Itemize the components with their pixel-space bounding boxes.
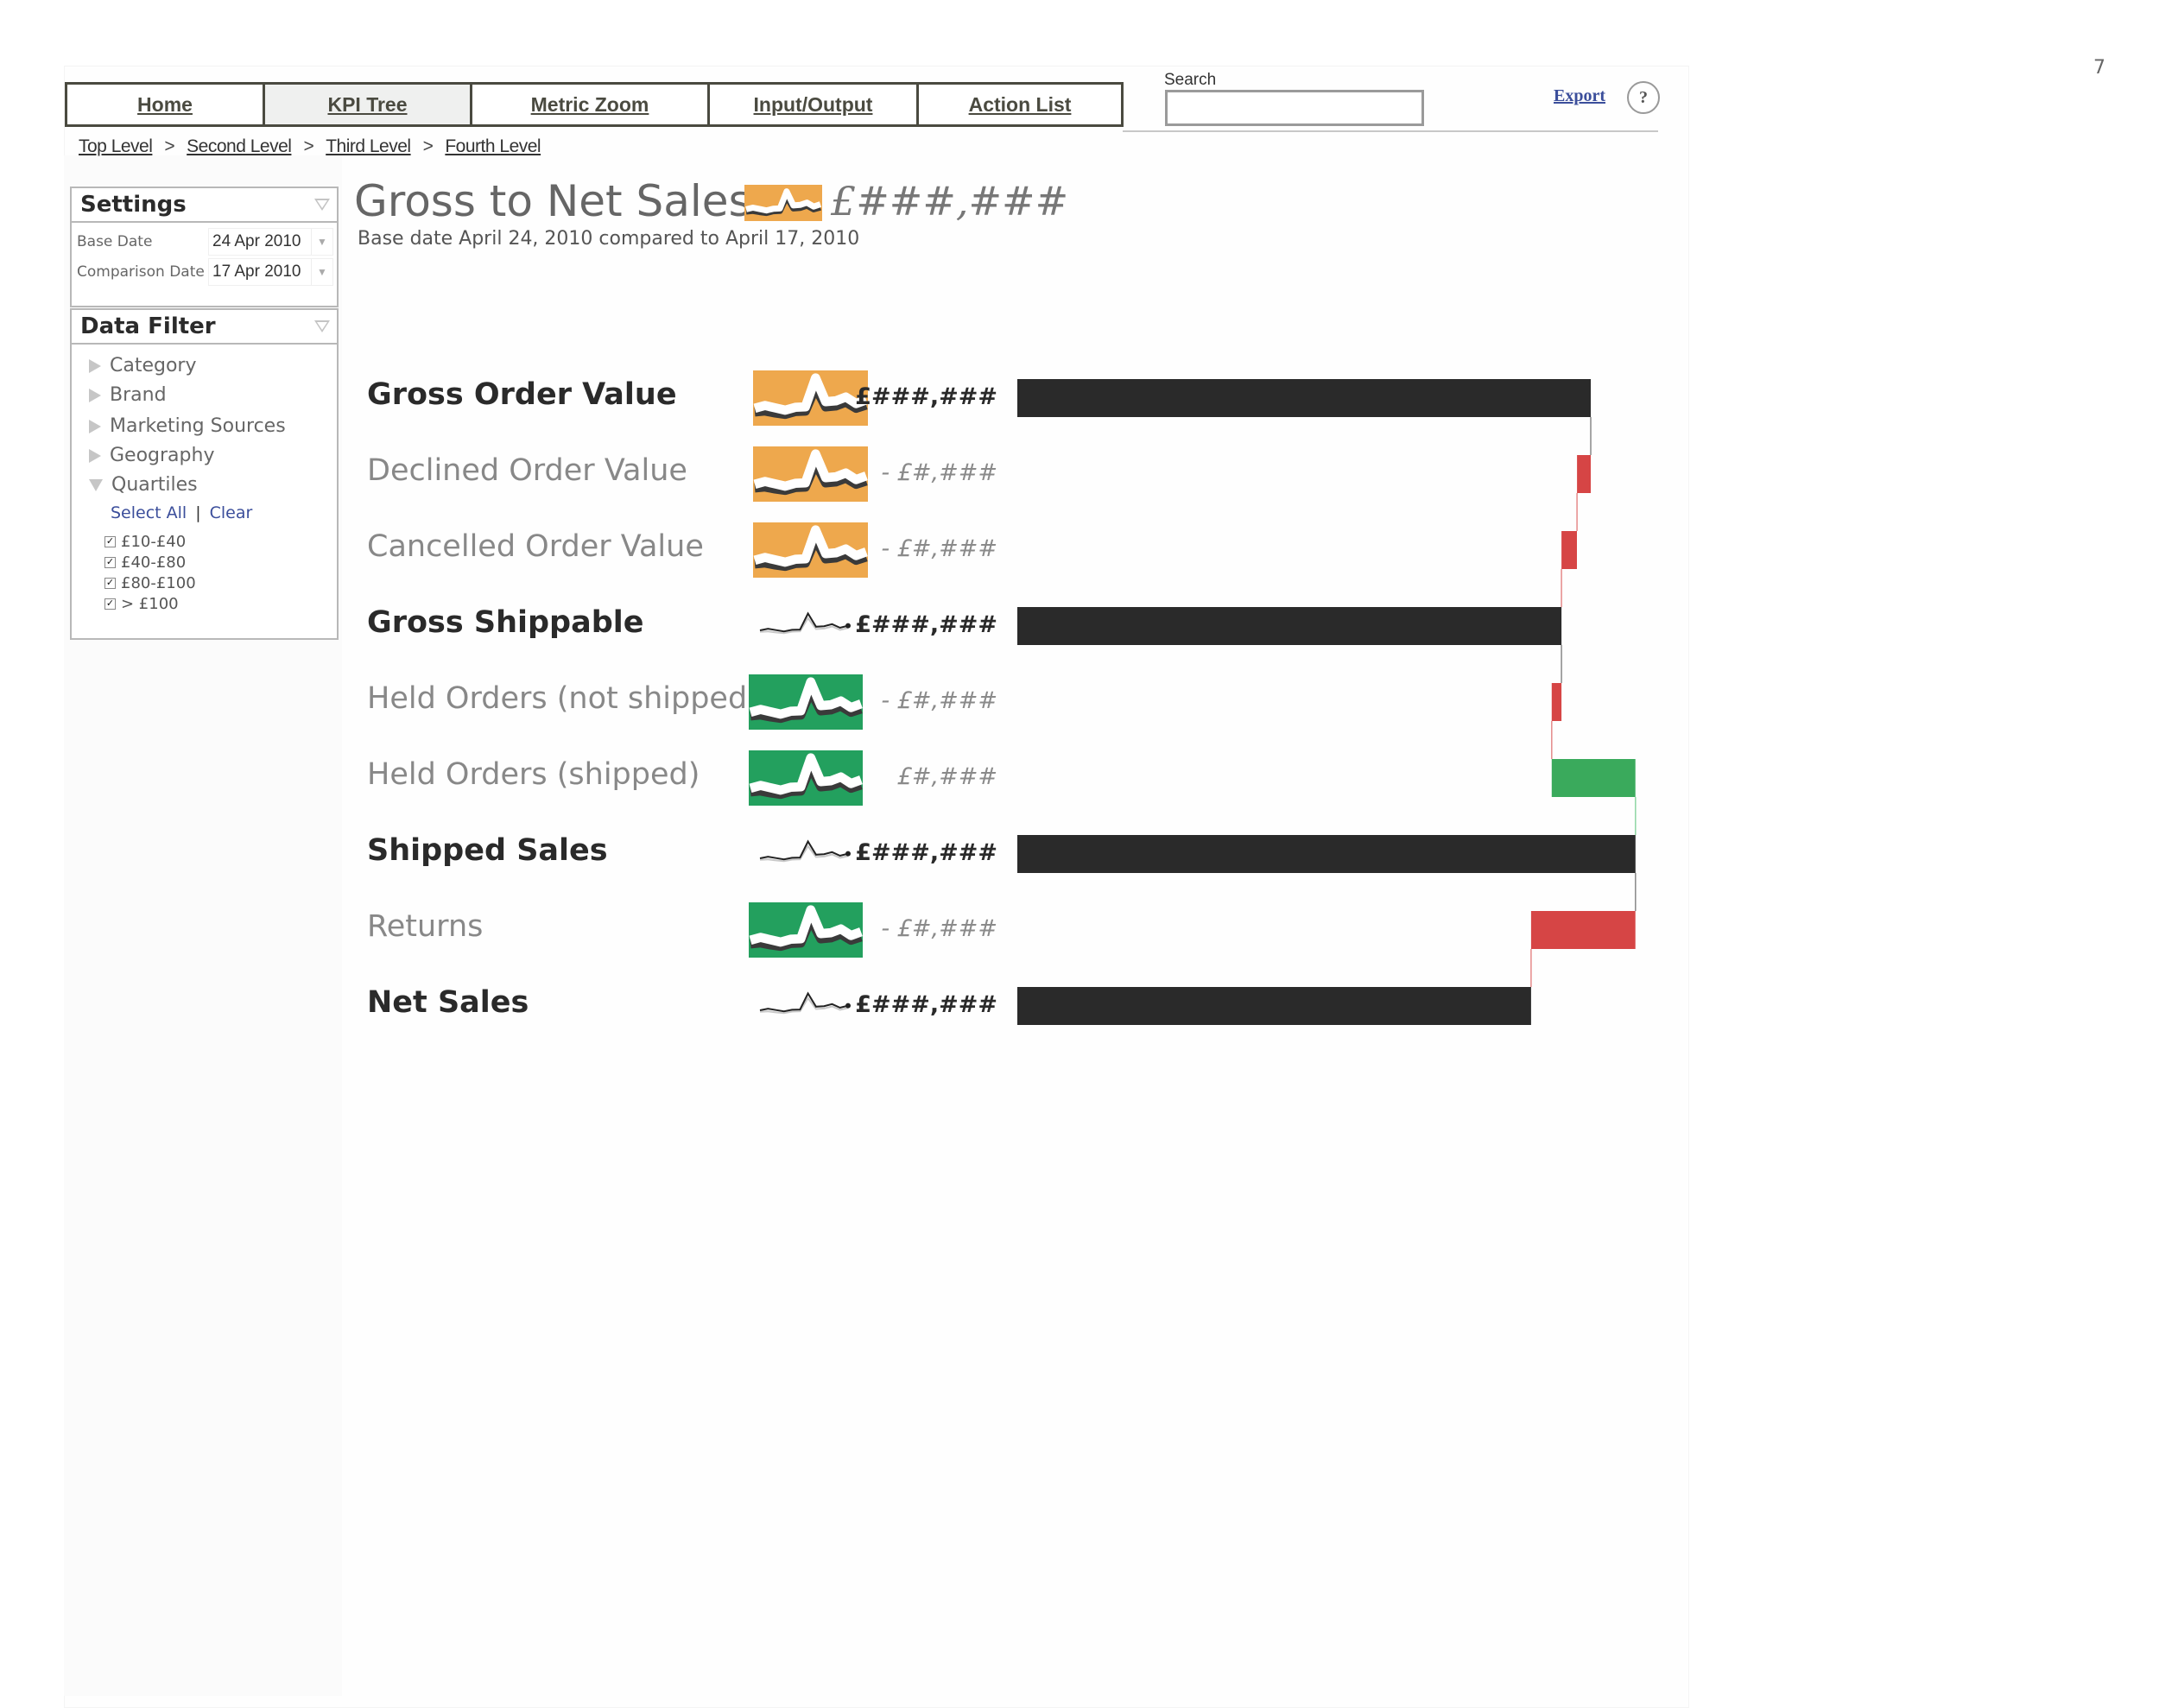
export-link[interactable]: Export [1554, 86, 1605, 106]
nav-tabs: Home KPI Tree Metric Zoom Input/Output A… [65, 82, 1124, 127]
row-value: - £#,### [881, 459, 997, 486]
row-value: £###,### [855, 383, 997, 410]
dropdown-arrow-icon: ▼ [311, 229, 332, 255]
quartile-option[interactable]: ✓ £80-£100 [104, 574, 196, 592]
search-input[interactable] [1165, 90, 1424, 126]
filter-geography[interactable]: Geography [89, 445, 214, 466]
breadcrumb-separator: > [422, 136, 434, 156]
quartile-label: £80-£100 [121, 574, 196, 592]
row-value: £###,### [855, 611, 997, 638]
search-label: Search [1164, 71, 1217, 89]
quartile-actions: Select All | Clear [111, 503, 252, 522]
data-filter-panel: Data Filter Category Brand Marketing Sou… [70, 308, 339, 640]
header-divider [1123, 130, 1658, 132]
title-sparkline [744, 185, 822, 221]
collapse-arrow-icon [89, 478, 103, 491]
settings-panel: Settings Base Date 24 Apr 2010 ▼ Compari… [70, 187, 339, 307]
filter-brand[interactable]: Brand [89, 384, 167, 406]
filter-label: Category [110, 355, 197, 376]
quartile-label: £40-£80 [121, 554, 187, 572]
checkbox-checked[interactable]: ✓ [104, 557, 116, 568]
row-value: - £#,### [881, 535, 997, 562]
title-value: £###,### [831, 178, 1069, 225]
page-title: Gross to Net Sales [354, 176, 751, 226]
breadcrumb-top-level[interactable]: Top Level [79, 136, 153, 157]
base-date-value: 24 Apr 2010 [212, 232, 301, 250]
row-value: - £#,### [881, 915, 997, 942]
help-button[interactable]: ? [1627, 81, 1660, 114]
quartile-option[interactable]: ✓ £40-£80 [104, 554, 186, 572]
quartile-label: > £100 [121, 595, 179, 613]
comparison-date-value: 17 Apr 2010 [212, 263, 301, 281]
checkbox-checked[interactable]: ✓ [104, 578, 116, 589]
collapse-caret-icon[interactable] [314, 199, 330, 211]
breadcrumb-third-level[interactable]: Third Level [326, 136, 411, 157]
data-filter-title: Data Filter [80, 313, 216, 339]
filter-label: Quartiles [111, 474, 198, 496]
quartile-label: £10-£40 [121, 533, 187, 551]
comparison-date-label: Comparison Date [77, 263, 205, 281]
tab-action-list[interactable]: Action List [919, 85, 1121, 124]
select-all-link[interactable]: Select All [111, 503, 187, 522]
row-label[interactable]: Gross Shippable [367, 605, 644, 640]
breadcrumb-second-level[interactable]: Second Level [187, 136, 292, 157]
breadcrumb: Top Level > Second Level > Third Level >… [79, 136, 541, 157]
row-label[interactable]: Held Orders (shipped) [367, 757, 700, 792]
clear-link[interactable]: Clear [210, 503, 253, 522]
expand-arrow-icon [89, 448, 101, 463]
expand-arrow-icon [89, 419, 101, 433]
expand-arrow-icon [89, 388, 101, 402]
tab-metric-zoom[interactable]: Metric Zoom [472, 85, 710, 124]
page-subtitle: Base date April 24, 2010 compared to Apr… [358, 228, 860, 250]
expand-arrow-icon [89, 358, 101, 373]
filter-category[interactable]: Category [89, 355, 197, 376]
row-label[interactable]: Held Orders (not shipped) [367, 681, 759, 716]
settings-title: Settings [80, 192, 187, 218]
page-number: 7 [2093, 57, 2105, 79]
base-date-label: Base Date [77, 233, 153, 250]
tab-input-output[interactable]: Input/Output [710, 85, 919, 124]
row-label[interactable]: Gross Order Value [367, 377, 677, 412]
quartile-option[interactable]: ✓ > £100 [104, 595, 179, 613]
data-filter-header[interactable]: Data Filter [72, 310, 337, 345]
breadcrumb-separator: > [164, 136, 175, 156]
collapse-caret-icon[interactable] [314, 320, 330, 332]
row-label[interactable]: Cancelled Order Value [367, 529, 704, 564]
row-label[interactable]: Returns [367, 909, 483, 944]
row-label[interactable]: Net Sales [367, 985, 529, 1020]
dropdown-arrow-icon: ▼ [311, 259, 332, 285]
row-value: £###,### [855, 839, 997, 866]
filter-quartiles[interactable]: Quartiles [89, 474, 198, 496]
filter-marketing-sources[interactable]: Marketing Sources [89, 415, 286, 437]
row-value: £#,### [896, 763, 997, 790]
comparison-date-select[interactable]: 17 Apr 2010 ▼ [208, 258, 333, 286]
tab-kpi-tree[interactable]: KPI Tree [265, 85, 472, 124]
filter-label: Brand [110, 384, 167, 406]
help-icon: ? [1639, 87, 1648, 107]
checkbox-checked[interactable]: ✓ [104, 598, 116, 610]
row-value: - £#,### [881, 687, 997, 714]
divider: | [195, 503, 201, 522]
checkbox-checked[interactable]: ✓ [104, 536, 116, 547]
filter-label: Marketing Sources [110, 415, 286, 437]
base-date-select[interactable]: 24 Apr 2010 ▼ [208, 228, 333, 256]
tab-home[interactable]: Home [67, 85, 265, 124]
row-value: £###,### [855, 991, 997, 1018]
breadcrumb-fourth-level[interactable]: Fourth Level [445, 136, 541, 157]
row-label[interactable]: Shipped Sales [367, 833, 608, 868]
quartile-option[interactable]: ✓ £10-£40 [104, 533, 186, 551]
filter-label: Geography [110, 445, 215, 466]
breadcrumb-separator: > [303, 136, 314, 156]
row-label[interactable]: Declined Order Value [367, 453, 687, 488]
settings-header[interactable]: Settings [72, 188, 337, 223]
